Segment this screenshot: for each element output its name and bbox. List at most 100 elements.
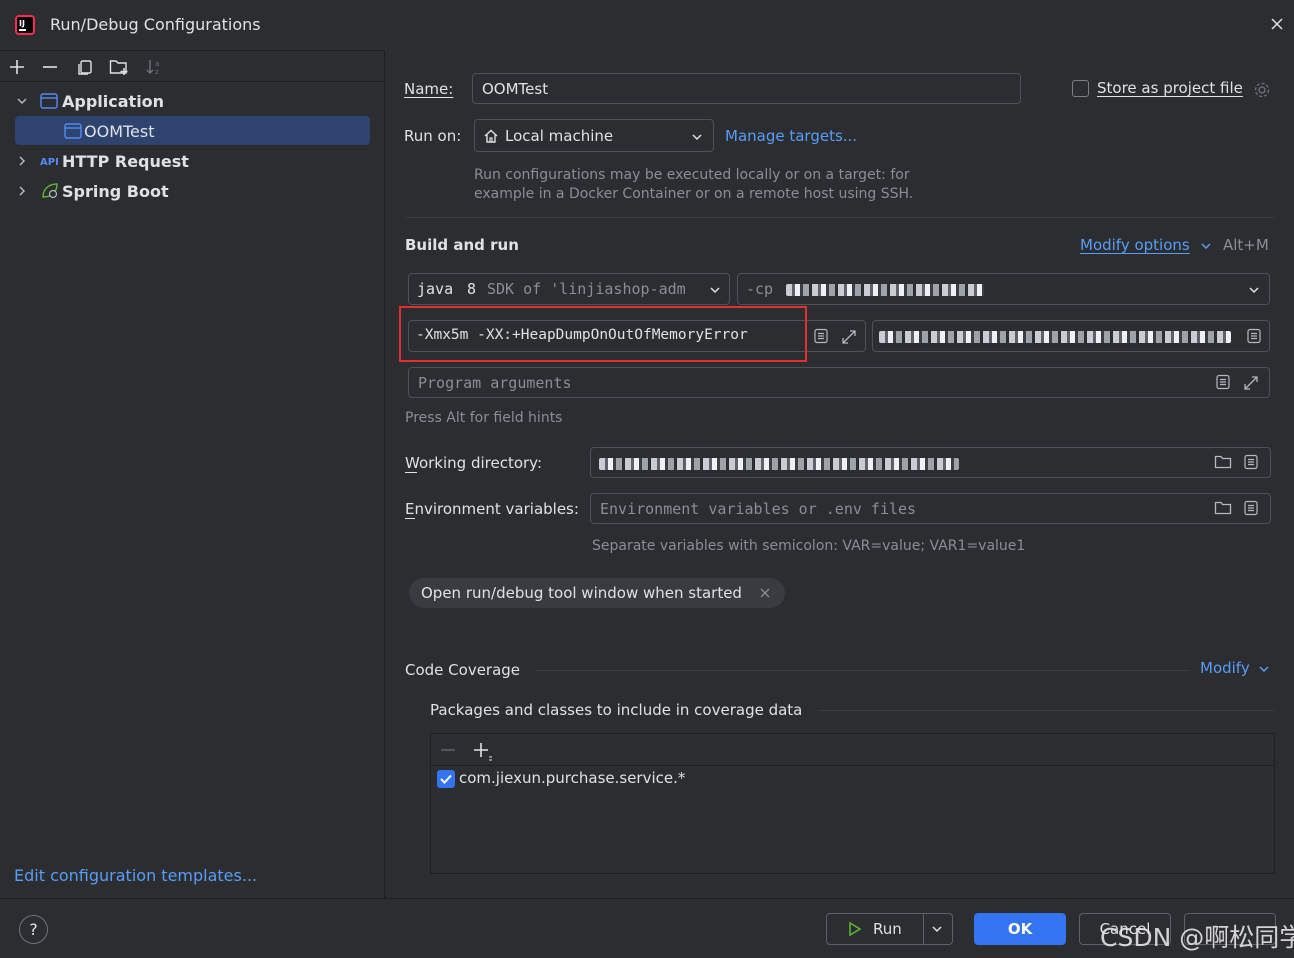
application-icon [64, 123, 82, 139]
list-icon[interactable] [1243, 454, 1259, 470]
list-icon[interactable] [813, 328, 829, 344]
remove-icon[interactable] [41, 58, 59, 76]
working-dir-redacted [599, 458, 959, 470]
open-tool-window-tag[interactable]: Open run/debug tool window when started [409, 578, 785, 608]
tree-item-http-request[interactable]: API HTTP Request [14, 148, 370, 174]
coverage-table-toolbar [431, 734, 1274, 766]
working-dir-label: Working directory: [405, 454, 543, 472]
highlight-box [399, 306, 807, 362]
checkbox-box[interactable] [1072, 80, 1089, 97]
svg-text:IJ: IJ [19, 19, 25, 28]
home-icon [483, 128, 499, 144]
run-split-divider [923, 914, 924, 944]
name-label: Name: [404, 80, 454, 98]
list-icon[interactable] [1246, 328, 1262, 344]
watermark: CSDN @啊松同学 [1100, 923, 1294, 952]
chevron-right-icon[interactable] [16, 185, 28, 197]
sort-icon[interactable]: az [145, 58, 163, 76]
left-toolbar: az [0, 52, 385, 82]
jdk-description: SDK of 'linjiashop-adm [487, 280, 686, 298]
run-button[interactable]: Run [826, 913, 953, 945]
main-class-redacted [879, 331, 1231, 343]
ok-button[interactable]: OK [974, 913, 1066, 945]
working-directory-field[interactable] [590, 447, 1271, 478]
remove-icon[interactable] [439, 741, 457, 759]
store-as-project-file-checkbox[interactable]: Store as project file [1071, 78, 1276, 102]
divider [405, 217, 1275, 218]
list-icon[interactable] [1243, 500, 1259, 516]
help-button[interactable]: ? [19, 915, 48, 944]
expand-icon[interactable] [1242, 374, 1260, 392]
environment-variables-field[interactable]: Environment variables or .env files [590, 493, 1271, 524]
modify-shortcut: Alt+M [1223, 236, 1269, 254]
expand-icon[interactable] [840, 328, 858, 346]
edit-templates-link[interactable]: Edit configuration templates... [14, 866, 257, 885]
run-on-label: Run on: [404, 127, 462, 145]
run-on-select[interactable]: Local machine [474, 119, 714, 152]
tree-item-label: Application [62, 92, 165, 111]
jdk-select[interactable]: java 8 SDK of 'linjiashop-adm [408, 273, 730, 305]
manage-targets-link[interactable]: Manage targets... [725, 127, 857, 145]
api-icon: API [40, 153, 60, 169]
coverage-title: Code Coverage [405, 661, 521, 679]
tag-label: Open run/debug tool window when started [421, 584, 742, 602]
close-icon[interactable] [1270, 17, 1284, 31]
packages-divider [818, 710, 1275, 711]
coverage-modify-link[interactable]: Modify [1200, 659, 1250, 677]
tree-item-label: HTTP Request [62, 152, 189, 171]
modify-options-link[interactable]: Modify options [1080, 236, 1190, 254]
name-field[interactable]: OOMTest [472, 73, 1021, 104]
application-icon [40, 93, 58, 109]
help-icon: ? [29, 920, 38, 939]
chevron-down-icon[interactable] [931, 923, 943, 935]
copy-icon[interactable] [76, 58, 94, 76]
coverage-table: com.jiexun.purchase.service.* [430, 733, 1275, 874]
folder-icon[interactable] [1214, 454, 1232, 470]
svg-text:z: z [155, 68, 159, 76]
spring-boot-icon [40, 182, 60, 200]
tree-item-application[interactable]: Application [14, 88, 370, 114]
chevron-down-icon[interactable] [1200, 240, 1212, 252]
jdk-version: 8 [467, 280, 477, 298]
packages-title: Packages and classes to include in cover… [430, 701, 803, 719]
program-arguments-field[interactable]: Program arguments [408, 367, 1270, 398]
run-label: Run [873, 920, 902, 938]
footer-divider [0, 898, 1294, 899]
env-placeholder: Environment variables or .env files [600, 500, 917, 518]
store-label: Store as project file [1097, 79, 1243, 97]
run-on-value: Local machine [505, 127, 614, 145]
new-folder-icon[interactable] [109, 58, 129, 76]
name-value: OOMTest [482, 80, 549, 98]
env-label: Environment variables: [405, 500, 579, 518]
tree-item-label: OOMTest [84, 122, 155, 141]
svg-text:a: a [155, 60, 159, 68]
tree-item-spring-boot[interactable]: Spring Boot [14, 178, 370, 204]
add-icon[interactable] [472, 741, 494, 761]
remove-tag-icon[interactable] [760, 588, 770, 598]
list-item[interactable]: com.jiexun.purchase.service.* [431, 766, 1274, 792]
chevron-down-icon [709, 284, 721, 296]
window-title: Run/Debug Configurations [50, 15, 261, 34]
coverage-entry-label: com.jiexun.purchase.service.* [459, 769, 686, 787]
cp-prefix: -cp [746, 280, 774, 298]
run-on-hint-line-2: example in a Docker Container or on a re… [474, 186, 914, 202]
gear-icon[interactable] [1253, 81, 1271, 99]
folder-icon[interactable] [1214, 500, 1232, 516]
coverage-checkbox[interactable] [437, 770, 455, 788]
tree-item-oomtest[interactable]: OOMTest [15, 116, 370, 145]
chevron-down-icon[interactable] [1258, 663, 1270, 675]
chevron-down-icon[interactable] [16, 95, 28, 107]
chevron-right-icon[interactable] [16, 155, 28, 167]
env-hint: Separate variables with semicolon: VAR=v… [592, 538, 1026, 554]
env-mnemonic [405, 518, 415, 519]
classpath-select[interactable]: -cp [737, 273, 1270, 305]
main-class-field[interactable] [872, 320, 1270, 352]
svg-text:API: API [40, 157, 59, 168]
jdk-java: java [417, 280, 454, 298]
add-icon[interactable] [8, 58, 26, 76]
tree-item-label: Spring Boot [62, 182, 169, 201]
program-args-placeholder: Program arguments [418, 374, 572, 392]
run-icon [847, 921, 863, 937]
list-icon[interactable] [1215, 374, 1231, 390]
classpath-value-redacted [786, 284, 984, 296]
